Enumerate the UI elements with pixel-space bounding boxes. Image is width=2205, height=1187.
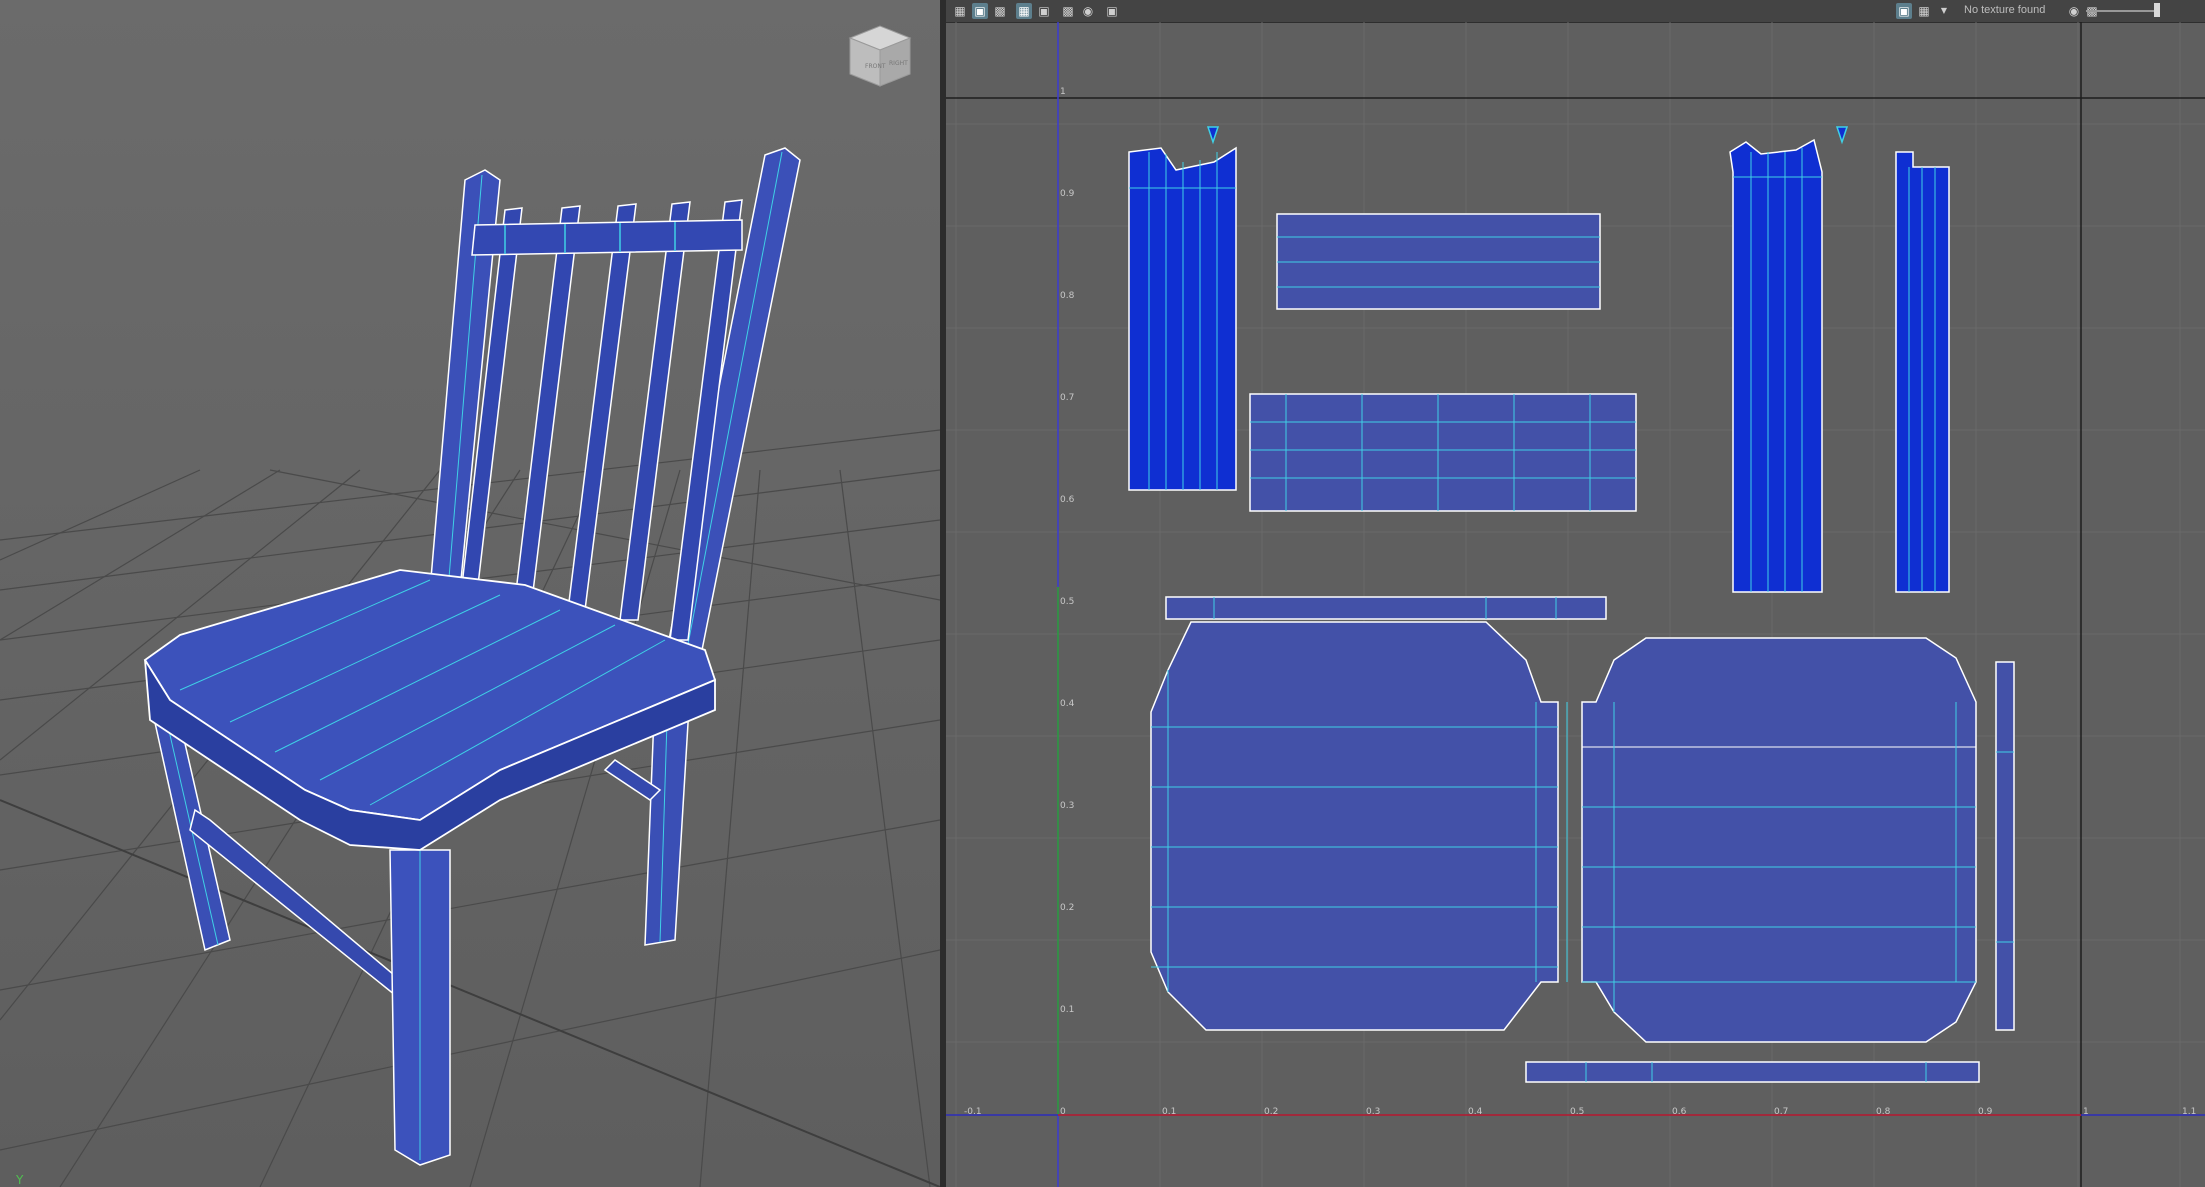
u-tick: -0.1 (964, 1107, 982, 1117)
v-tick: 0.1 (1060, 1005, 1074, 1015)
uv-select-icon[interactable]: ▣ (972, 3, 988, 19)
uv-shell-icon[interactable]: ▣ (1036, 3, 1052, 19)
chair-model-render: Y (0, 0, 940, 1187)
view-cube-front-label: FRONT (865, 63, 886, 70)
v-tick: 0.9 (1060, 189, 1075, 199)
uv-shell-seat-strip-top[interactable] (1165, 596, 1607, 620)
zoom-slider-handle[interactable] (2154, 3, 2160, 17)
v-tick: 0.5 (1060, 597, 1074, 607)
v-tick: 1 (1060, 87, 1066, 97)
v-tick: 0.3 (1060, 801, 1074, 811)
u-tick: 0.4 (1468, 1107, 1483, 1117)
u-tick: 0 (1060, 1107, 1066, 1117)
shading-icon[interactable]: ◉ (1080, 3, 1096, 19)
u-tick: 0.9 (1978, 1107, 1993, 1117)
uv-shell-seat-left[interactable] (1150, 621, 1559, 1031)
u-tick: 1.1 (2182, 1107, 2196, 1117)
grid-icon[interactable]: ▦ (1016, 3, 1032, 19)
uv-shell-front-leg[interactable] (1895, 151, 1950, 593)
u-tick: 1 (2083, 1107, 2089, 1117)
v-tick: 0.6 (1060, 495, 1075, 505)
axis-indicator-y: Y (15, 1173, 24, 1187)
texture-icon[interactable]: ▩ (992, 3, 1008, 19)
v-tick: 0.7 (1060, 393, 1074, 403)
v-tick: 0.2 (1060, 903, 1074, 913)
front-leg (389, 849, 451, 1166)
uv-shell-seat-right[interactable] (1566, 637, 1977, 1043)
u-tick: 0.3 (1366, 1107, 1380, 1117)
uv-shell-apron[interactable] (1249, 393, 1637, 512)
v-tick: 0.8 (1060, 291, 1075, 301)
u-tick: 0.1 (1162, 1107, 1176, 1117)
u-tick: 0.8 (1876, 1107, 1891, 1117)
checker-display-icon[interactable]: ▦ (1916, 3, 1932, 19)
view-cube-right-label: RIGHT (889, 60, 908, 67)
uv-editor-panel[interactable]: ▦ ▣ ▩ ▦ ▣ ▩ ◉ ▣ ▣ ▦ ▼ No texture found ◉… (946, 0, 2205, 1187)
top-rail (471, 219, 743, 256)
uv-shell-back-post-left[interactable] (1128, 126, 1237, 491)
zoom-slider-track[interactable] (2086, 10, 2156, 12)
v-tick: 0.4 (1060, 699, 1075, 709)
uv-layout-icon[interactable]: ▦ (952, 3, 968, 19)
image-display-icon[interactable]: ▣ (1896, 3, 1912, 19)
uv-shell-back-post-right[interactable] (1729, 126, 1849, 593)
exposure-icon[interactable]: ◉ (2066, 3, 2082, 19)
texture-status-label: No texture found (1964, 4, 2046, 16)
u-tick: 0.6 (1672, 1107, 1687, 1117)
uv-canvas[interactable]: -0.1 0 0.1 0.2 0.3 0.4 0.5 0.6 0.7 0.8 0… (946, 22, 2205, 1187)
view-cube[interactable]: FRONT RIGHT (845, 20, 915, 90)
uv-shell-seat-strip-bottom[interactable] (1525, 1061, 1980, 1083)
uv-toolbar: ▦ ▣ ▩ ▦ ▣ ▩ ◉ ▣ ▣ ▦ ▼ No texture found ◉… (946, 0, 2205, 23)
uv-shell-seat-strip-right[interactable] (1995, 661, 2015, 1031)
dropdown-arrow-icon[interactable]: ▼ (1936, 3, 1952, 19)
perspective-viewport[interactable]: Y FRONT RIGHT (0, 0, 940, 1187)
uv-shell-top-rail[interactable] (1276, 213, 1601, 310)
u-tick: 0.7 (1774, 1107, 1788, 1117)
u-tick: 0.2 (1264, 1107, 1278, 1117)
checker-icon[interactable]: ▩ (1060, 3, 1076, 19)
u-tick: 0.5 (1570, 1107, 1584, 1117)
snapshot-icon[interactable]: ▣ (1104, 3, 1120, 19)
